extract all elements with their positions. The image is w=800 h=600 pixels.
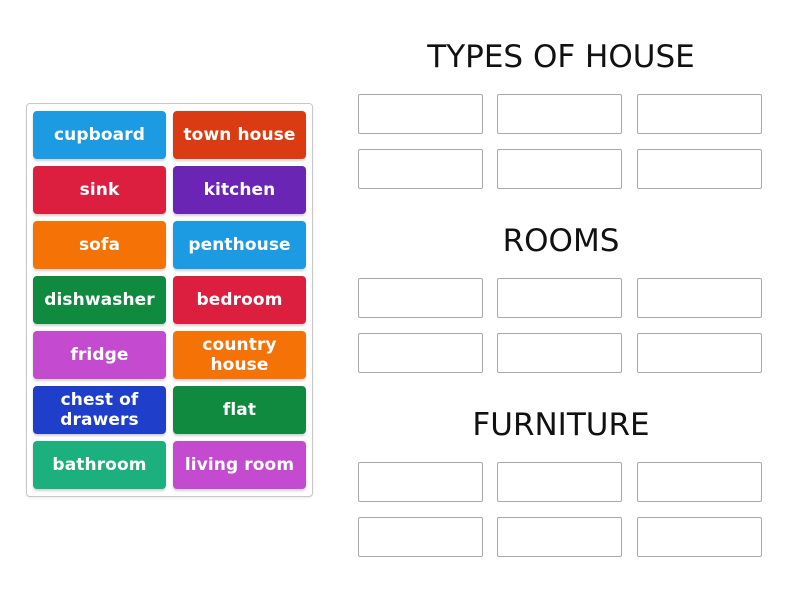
drop-zone-types-of-house[interactable] (637, 94, 762, 134)
tile-label: town house (183, 125, 296, 145)
tile-town-house[interactable]: town house (173, 111, 306, 159)
drop-zone-types-of-house[interactable] (637, 149, 762, 189)
drop-zone-furniture[interactable] (637, 462, 762, 502)
tile-label: country house (202, 335, 277, 375)
tile-country-house[interactable]: country house (173, 331, 306, 379)
tile-label: flat (222, 400, 257, 420)
drop-zone-rooms[interactable] (637, 278, 762, 318)
drop-zone-furniture[interactable] (637, 517, 762, 557)
tile-label: fridge (70, 345, 129, 365)
tile-living-room[interactable]: living room (173, 441, 306, 489)
drop-zone-rooms[interactable] (358, 333, 483, 373)
tile-label: cupboard (53, 125, 146, 145)
tile-flat[interactable]: flat (173, 386, 306, 434)
drop-zone-furniture[interactable] (497, 462, 622, 502)
drop-zone-rooms[interactable] (637, 333, 762, 373)
drop-zone-rooms[interactable] (497, 278, 622, 318)
drop-zone-types-of-house[interactable] (358, 149, 483, 189)
drop-zone-rooms[interactable] (497, 333, 622, 373)
tile-label: penthouse (188, 235, 291, 255)
tile-cupboard[interactable]: cupboard (33, 111, 166, 159)
group-heading-types-of-house: TYPES OF HOUSE (427, 39, 695, 75)
tile-sofa[interactable]: sofa (33, 221, 166, 269)
drop-zone-furniture[interactable] (358, 517, 483, 557)
drop-zone-rooms[interactable] (358, 278, 483, 318)
tile-dishwasher[interactable]: dishwasher (33, 276, 166, 324)
tile-label: bedroom (196, 290, 283, 310)
drop-zone-types-of-house[interactable] (497, 94, 622, 134)
group-heading-furniture: FURNITURE (472, 407, 650, 443)
tile-label: chest of drawers (60, 390, 139, 430)
tile-label: dishwasher (44, 290, 155, 310)
tile-fridge[interactable]: fridge (33, 331, 166, 379)
tile-label: kitchen (203, 180, 276, 200)
tile-kitchen[interactable]: kitchen (173, 166, 306, 214)
drop-zone-types-of-house[interactable] (358, 94, 483, 134)
tile-bathroom[interactable]: bathroom (33, 441, 166, 489)
tile-penthouse[interactable]: penthouse (173, 221, 306, 269)
tile-label: sink (79, 180, 120, 200)
drop-zone-furniture[interactable] (497, 517, 622, 557)
drop-zone-furniture[interactable] (358, 462, 483, 502)
tile-label: living room (184, 455, 295, 475)
tile-label: sofa (78, 235, 121, 255)
tile-bedroom[interactable]: bedroom (173, 276, 306, 324)
drop-zone-types-of-house[interactable] (497, 149, 622, 189)
tile-chest-of-drawers[interactable]: chest of drawers (33, 386, 166, 434)
tile-sink[interactable]: sink (33, 166, 166, 214)
tile-label: bathroom (52, 455, 147, 475)
group-heading-rooms: ROOMS (502, 223, 620, 259)
